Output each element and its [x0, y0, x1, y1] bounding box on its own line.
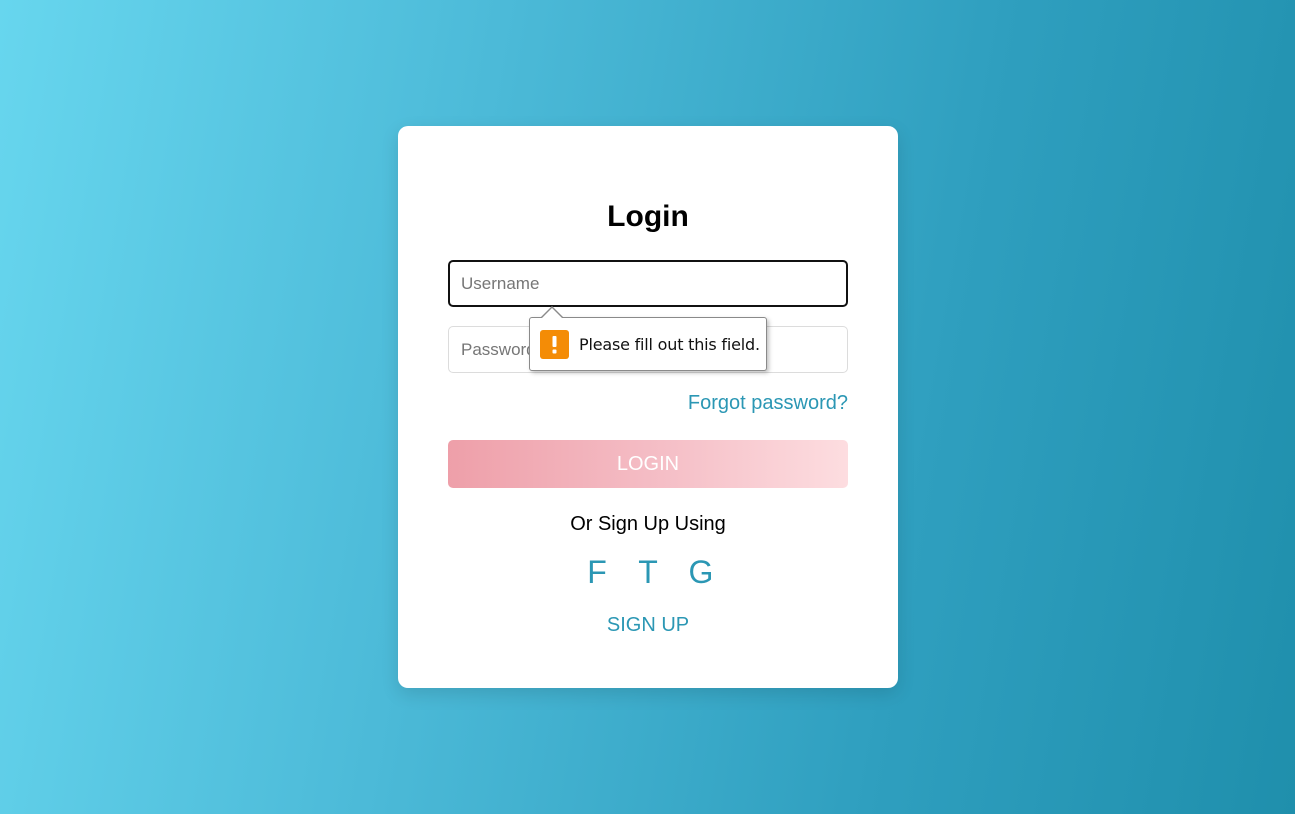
validation-message: Please fill out this field.	[579, 334, 760, 354]
warning-icon	[540, 329, 569, 359]
social-login-group: F T G	[398, 554, 898, 591]
google-icon[interactable]: G	[689, 554, 714, 591]
tooltip-arrow	[541, 308, 563, 319]
validation-tooltip: Please fill out this field.	[529, 317, 767, 371]
login-card: Login Forgot password? LOGIN Or Sign Up …	[398, 126, 898, 688]
forgot-password-link[interactable]: Forgot password?	[688, 392, 848, 415]
sign-up-link[interactable]: SIGN UP	[398, 614, 898, 637]
login-button[interactable]: LOGIN	[448, 440, 848, 488]
twitter-icon[interactable]: T	[638, 554, 659, 591]
username-input[interactable]	[448, 260, 848, 307]
page-title: Login	[607, 200, 689, 233]
or-sign-up-label: Or Sign Up Using	[570, 513, 726, 535]
facebook-icon[interactable]: F	[587, 554, 608, 591]
